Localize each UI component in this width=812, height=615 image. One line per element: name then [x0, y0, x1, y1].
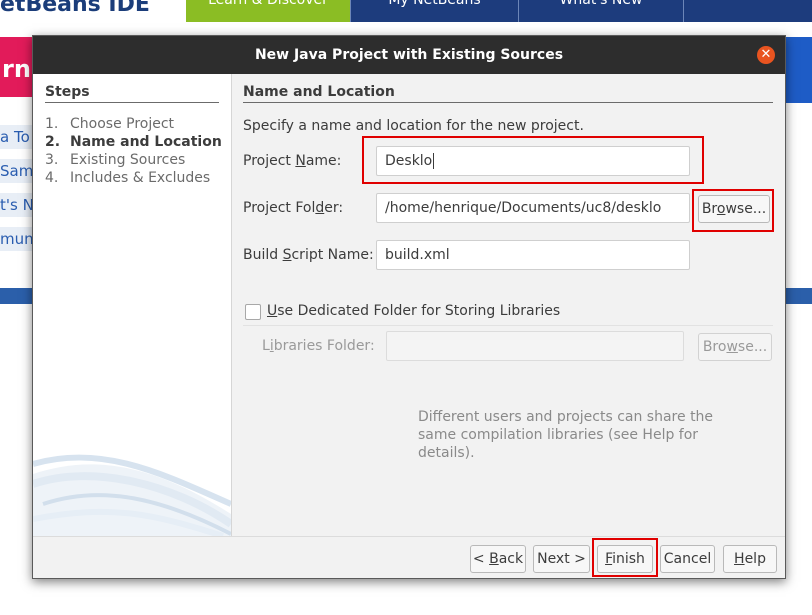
- build-script-input[interactable]: build.xml: [376, 240, 690, 270]
- content-pane: Name and Location Specify a name and loc…: [232, 74, 785, 536]
- project-folder-input[interactable]: /home/henrique/Documents/uc8/desklo: [376, 193, 690, 223]
- site-tab-extra[interactable]: [683, 0, 812, 22]
- site-link[interactable]: a To: [0, 125, 36, 149]
- step-includes-excludes: 4. Includes & Excludes: [45, 170, 211, 186]
- steps-title: Steps: [45, 84, 219, 103]
- new-project-dialog: New Java Project with Existing Sources ✕…: [32, 35, 786, 579]
- site-tab-whats-new[interactable]: What's New: [518, 0, 683, 22]
- project-folder-label: Project Folder:: [243, 200, 344, 216]
- site-link[interactable]: Sam: [0, 159, 36, 183]
- hero-banner-text: rn: [2, 55, 31, 83]
- site-tab-learn[interactable]: Learn & Discover: [186, 0, 350, 22]
- highlight-browse: [692, 189, 774, 232]
- steps-pane: Steps 1. Choose Project 2. Name and Locati…: [33, 74, 232, 536]
- next-button[interactable]: Next >: [533, 545, 590, 573]
- netbeans-swoosh-graphic: [33, 454, 231, 536]
- libraries-folder-input[interactable]: [386, 331, 684, 361]
- section-title: Name and Location: [243, 84, 773, 103]
- step-choose-project: 1. Choose Project: [45, 116, 175, 132]
- build-script-label: Build Script Name:: [243, 247, 374, 263]
- project-name-label: Project Name:: [243, 153, 342, 169]
- use-dedicated-folder-label[interactable]: Use Dedicated Folder for Storing Librari…: [267, 303, 560, 319]
- site-tab-label: My NetBeans: [388, 0, 481, 8]
- step-existing-sources: 3. Existing Sources: [45, 152, 186, 168]
- cancel-button[interactable]: Cancel: [660, 545, 715, 573]
- back-button[interactable]: < Back: [470, 545, 526, 573]
- site-tab-label: Learn & Discover: [208, 0, 328, 8]
- intro-text: Specify a name and location for the new …: [243, 118, 584, 134]
- highlight-project-name: [362, 136, 704, 184]
- libraries-note: Different users and projects can share t…: [418, 409, 714, 461]
- highlight-finish: [592, 538, 658, 577]
- dialog-title: New Java Project with Existing Sources: [254, 47, 564, 63]
- site-link[interactable]: t's N: [0, 193, 36, 217]
- close-icon[interactable]: ✕: [757, 46, 775, 64]
- use-dedicated-folder-checkbox[interactable]: [245, 304, 261, 320]
- site-link[interactable]: mun: [0, 227, 36, 251]
- help-button[interactable]: Help: [723, 545, 777, 573]
- hero-side-panel: [782, 37, 812, 103]
- dialog-titlebar[interactable]: New Java Project with Existing Sources ✕: [33, 36, 785, 74]
- step-name-and-location: 2. Name and Location: [45, 134, 222, 150]
- separator: [243, 325, 773, 326]
- site-brand: etBeans IDE: [0, 0, 150, 17]
- site-tab-label: What's New: [559, 0, 643, 8]
- libraries-browse-button[interactable]: Browse...: [698, 333, 772, 361]
- button-bar: < Back Next > Finish Cancel Help: [33, 536, 785, 578]
- site-tab-my-netbeans[interactable]: My NetBeans: [350, 0, 518, 22]
- libraries-folder-label: Libraries Folder:: [262, 338, 375, 354]
